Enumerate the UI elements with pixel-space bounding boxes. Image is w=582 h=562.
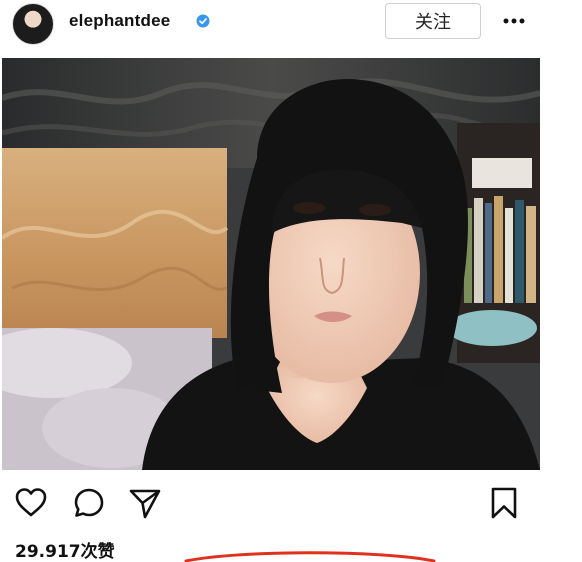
bookmark-icon[interactable] <box>487 486 521 520</box>
username[interactable]: elephantdee <box>69 11 170 31</box>
avatar[interactable] <box>12 3 54 45</box>
send-icon[interactable] <box>128 486 162 520</box>
post-photo[interactable] <box>2 58 540 470</box>
comment-icon[interactable] <box>72 486 106 520</box>
follow-button[interactable]: 关注 <box>385 3 481 39</box>
heart-icon[interactable] <box>14 486 48 520</box>
post-actions <box>0 480 582 526</box>
more-icon[interactable] <box>501 10 527 32</box>
likes-count[interactable]: 29.917次赞 <box>15 537 115 562</box>
verified-badge-icon <box>196 14 210 28</box>
post-header: elephantdee 关注 <box>0 0 582 46</box>
